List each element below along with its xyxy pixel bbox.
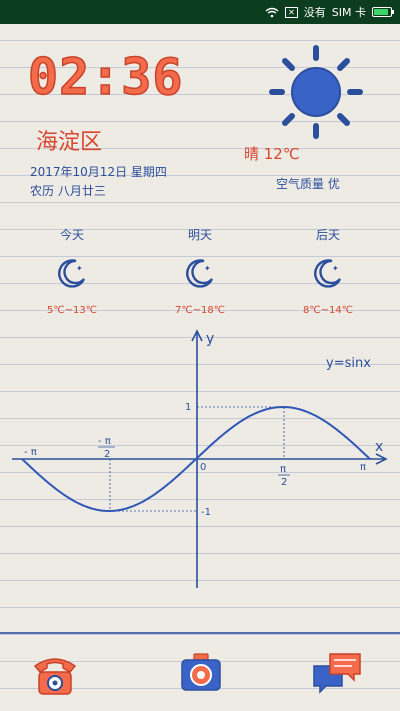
phone-icon[interactable] <box>30 648 80 698</box>
forecast-day: 后天 <box>315 228 340 242</box>
forecast-temp: 8℃~14℃ <box>303 305 353 316</box>
forecast-day: 明天 <box>187 228 212 242</box>
status-bar: ✕ 没有 SIM 卡 <box>0 0 400 24</box>
district-name[interactable]: 海淀区 <box>36 124 102 156</box>
clock-time[interactable]: 02:36 <box>27 51 184 103</box>
forecast-day: 今天 <box>59 228 84 242</box>
half-pi-den: 2 <box>281 477 287 488</box>
neg-half-pi-num: - π <box>98 436 111 447</box>
gregorian-date[interactable]: 2017年10月12日 星期四 <box>30 163 167 180</box>
origin-label: 0 <box>200 462 206 473</box>
weather-condition[interactable]: 晴 12℃ <box>244 143 300 164</box>
battery-fill <box>374 9 388 15</box>
neg-pi-label: - π <box>24 447 37 458</box>
svg-text:✦: ✦ <box>332 264 339 273</box>
battery-icon <box>372 7 394 17</box>
sim-text: SIM 卡 <box>331 6 366 19</box>
neg-half-pi-den: 2 <box>104 449 110 460</box>
pi-label: π <box>360 462 366 473</box>
forecast-tomorrow[interactable]: 明天 ✦ 7℃~18℃ <box>150 226 250 316</box>
x-axis-label: x <box>375 439 383 455</box>
neg-one-label: -1 <box>201 507 211 518</box>
camera-icon[interactable] <box>176 648 226 698</box>
wifi-icon <box>265 7 279 17</box>
forecast-temp: 5℃~13℃ <box>47 305 97 316</box>
svg-text:✦: ✦ <box>76 264 83 273</box>
sim-slot-icon: ✕ <box>285 6 298 18</box>
forecast-today[interactable]: 今天 ✦ 5℃~13℃ <box>22 226 122 316</box>
messages-icon[interactable] <box>312 648 362 698</box>
svg-text:✦: ✦ <box>204 264 211 273</box>
sun-icon[interactable] <box>268 44 364 140</box>
forecast-temp: 7℃~18℃ <box>175 305 225 316</box>
forecast-day-after[interactable]: 后天 ✦ 8℃~14℃ <box>278 226 378 316</box>
y-axis-label: y <box>206 331 214 347</box>
no-service-text: 没有 <box>303 6 326 19</box>
moon-icon: ✦ <box>314 259 342 288</box>
one-label: 1 <box>185 402 191 413</box>
moon-icon: ✦ <box>58 259 86 288</box>
dock-divider <box>0 632 400 634</box>
moon-icon: ✦ <box>186 259 214 288</box>
lunar-date[interactable]: 农历 八月廿三 <box>30 182 106 199</box>
air-quality[interactable]: 空气质量 优 <box>276 175 340 192</box>
sine-graph: y x y=sinx - π π 0 1 -1 π 2 - π 2 <box>12 329 388 588</box>
half-pi-num: π <box>280 464 286 475</box>
equation-label: y=sinx <box>326 356 371 371</box>
